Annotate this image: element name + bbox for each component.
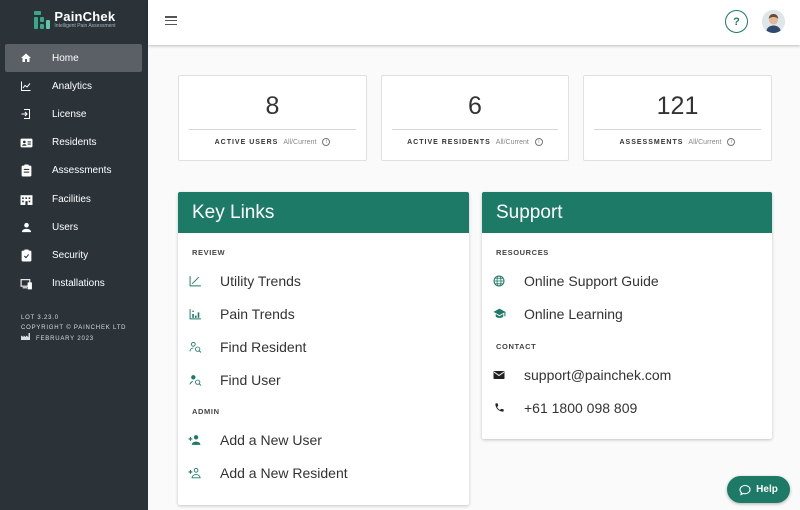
assessments-icon (19, 164, 33, 178)
link-label: Online Learning (524, 305, 623, 322)
security-icon (19, 248, 33, 262)
sidebar-item-residents[interactable]: Residents (5, 129, 142, 157)
link-label: Add a New Resident (220, 464, 348, 481)
stat-value: 6 (468, 92, 482, 120)
sidebar-item-label: License (52, 108, 87, 120)
resources-heading: RESOURCES (496, 248, 549, 257)
graduation-cap-icon (492, 307, 506, 321)
release-date: FEBRUARY 2023 (36, 335, 94, 342)
mail-icon (492, 368, 506, 382)
stat-sub-label: All/Current (495, 138, 529, 146)
link-label: Utility Trends (220, 272, 301, 289)
stat-card-active-residents: 6 ACTIVE RESIDENTS All/Current i (381, 75, 569, 161)
sidebar-item-installations[interactable]: Installations (5, 270, 142, 298)
link-label: Pain Trends (220, 305, 295, 322)
stat-label: ASSESSMENTS (619, 138, 684, 146)
online-learning-link[interactable]: Online Learning (482, 297, 772, 330)
sidebar-nav: Home Analytics License Residents Assessm… (0, 44, 148, 298)
link-label: Add a New User (220, 431, 322, 448)
analytics-icon (19, 79, 33, 93)
add-user-icon (188, 433, 202, 447)
logo-name: PainChek (54, 9, 116, 24)
add-resident-icon (188, 466, 202, 480)
stat-value: 121 (656, 92, 699, 120)
sidebar-item-label: Security (52, 249, 89, 261)
admin-heading: ADMIN (192, 407, 220, 416)
chat-bubble-icon (739, 484, 751, 496)
review-heading: REVIEW (192, 248, 226, 257)
sidebar-item-label: Analytics (52, 80, 93, 92)
stat-sub-label: All/Current (283, 138, 317, 146)
facilities-icon (19, 192, 33, 206)
copyright: COPYRIGHT © PAINCHEK LTD (21, 325, 127, 331)
sidebar-item-license[interactable]: License (5, 100, 142, 128)
home-icon (19, 51, 33, 65)
residents-icon (19, 136, 33, 150)
link-label: support@painchek.com (524, 366, 672, 383)
sidebar-item-assessments[interactable]: Assessments (5, 157, 142, 185)
factory-icon (21, 333, 30, 344)
support-phone-link[interactable]: +61 1800 098 809 (482, 391, 772, 424)
key-links-panel: Key Links REVIEW Utility Trends Pain Tre… (178, 192, 469, 505)
sidebar: PainChek Intelligent Pain Assessment Hom… (0, 0, 148, 510)
version-info: LOT 3.23.0 COPYRIGHT © PAINCHEK LTD FEBR… (21, 313, 126, 344)
pain-trends-link[interactable]: Pain Trends (178, 297, 469, 330)
stat-card-assessments: 121 ASSESSMENTS All/Current i (583, 75, 772, 161)
stat-value: 8 (265, 92, 280, 120)
key-links-title: Key Links (178, 192, 469, 233)
sidebar-item-home[interactable]: Home (5, 44, 142, 73)
license-icon (19, 107, 33, 121)
utility-trends-link[interactable]: Utility Trends (178, 264, 469, 297)
link-label: Find User (220, 371, 281, 388)
sidebar-item-facilities[interactable]: Facilities (5, 185, 142, 213)
help-circle-button[interactable]: ? (725, 10, 748, 33)
sidebar-item-security[interactable]: Security (5, 241, 142, 269)
stat-card-active-users: 8 ACTIVE USERS All/Current i (178, 75, 367, 161)
sidebar-item-analytics[interactable]: Analytics (5, 72, 142, 100)
find-user-link[interactable]: Find User (178, 363, 469, 396)
app-logo[interactable]: PainChek Intelligent Pain Assessment (0, 0, 148, 38)
support-title: Support (482, 192, 772, 233)
avatar[interactable] (762, 10, 785, 33)
info-icon[interactable]: i (727, 138, 736, 146)
sidebar-item-label: Facilities (52, 193, 91, 205)
sidebar-item-users[interactable]: Users (5, 213, 142, 241)
online-support-guide-link[interactable]: Online Support Guide (482, 264, 772, 297)
add-new-resident-link[interactable]: Add a New Resident (178, 456, 469, 489)
stat-label: ACTIVE USERS (214, 138, 279, 146)
link-label: Online Support Guide (524, 272, 659, 289)
sidebar-item-label: Home (52, 52, 79, 64)
sidebar-item-label: Users (52, 221, 79, 233)
trend-icon (188, 274, 202, 288)
link-label: +61 1800 098 809 (524, 399, 638, 416)
stat-label: ACTIVE RESIDENTS (407, 138, 491, 146)
logo-tagline: Intelligent Pain Assessment (54, 23, 116, 29)
version-number: LOT 3.23.0 (21, 315, 59, 321)
link-label: Find Resident (220, 338, 307, 355)
find-person-icon (188, 340, 202, 354)
add-new-user-link[interactable]: Add a New User (178, 423, 469, 456)
top-bar: ? (148, 0, 800, 45)
sidebar-item-label: Installations (52, 278, 105, 290)
stat-sub-label: All/Current (688, 138, 722, 146)
find-resident-link[interactable]: Find Resident (178, 330, 469, 363)
support-panel: Support RESOURCES Online Support Guide O… (482, 192, 772, 439)
help-button-label: Help (756, 484, 778, 495)
find-user-icon (188, 373, 202, 387)
info-icon[interactable]: i (322, 138, 331, 146)
help-button[interactable]: Help (727, 476, 790, 503)
info-icon[interactable]: i (534, 138, 543, 146)
sidebar-item-label: Assessments (52, 165, 112, 177)
bar-chart-icon (188, 307, 202, 321)
contact-heading: CONTACT (496, 342, 537, 351)
globe-icon (492, 274, 506, 288)
painchek-logo-icon (32, 9, 51, 31)
phone-icon (492, 401, 506, 415)
support-email-link[interactable]: support@painchek.com (482, 358, 772, 391)
users-icon (19, 220, 33, 234)
sidebar-item-label: Residents (52, 137, 97, 149)
installations-icon (19, 277, 33, 291)
menu-icon[interactable] (165, 16, 177, 26)
